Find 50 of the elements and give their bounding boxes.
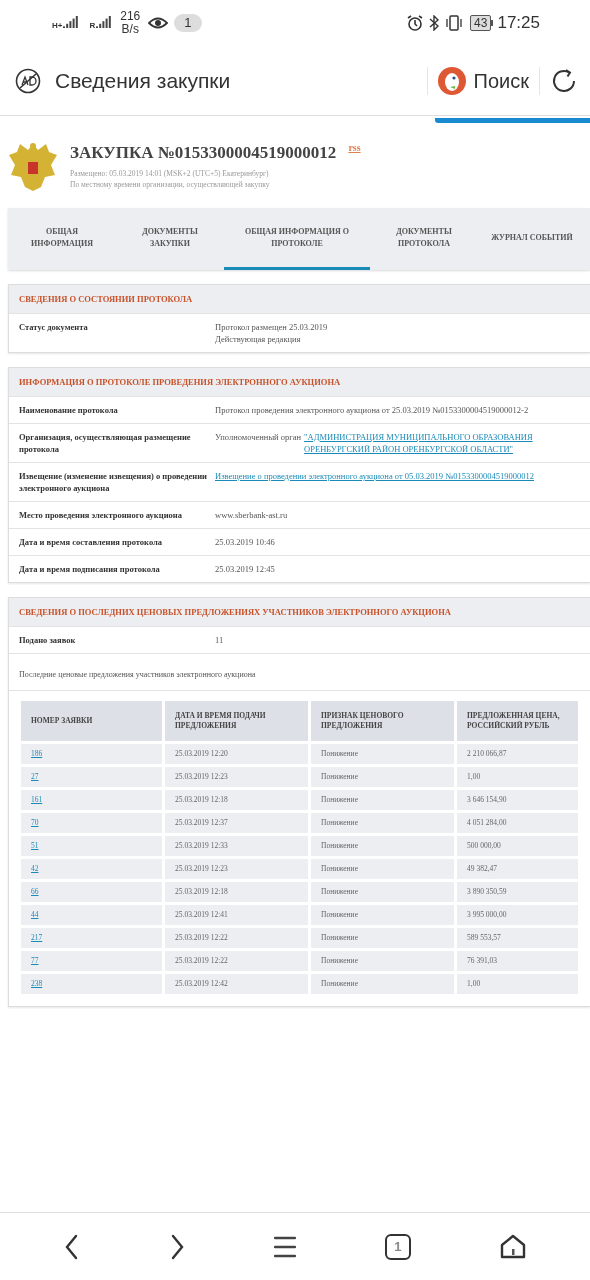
forward-icon[interactable] <box>169 1233 186 1260</box>
note-text: Последние ценовые предложения участников электронного аукциона <box>19 670 256 679</box>
menu-icon[interactable] <box>274 1234 296 1259</box>
rss-link[interactable]: rss <box>348 140 361 155</box>
tabs-button[interactable]: 1 <box>384 1233 411 1260</box>
vibrate-icon <box>444 15 465 31</box>
network-label: R <box>89 22 96 30</box>
battery-indicator: 43 <box>470 15 494 31</box>
purchase-title: ЗАКУПКА №0153300004519000012 <box>70 142 337 164</box>
field-value: Протокол размещен 25.03.2019 <box>215 321 329 333</box>
network-speed: 216 <box>120 10 141 23</box>
tab[interactable]: ЖУРНАЛ СОБЫТИЙ <box>478 208 586 270</box>
tab[interactable]: ОБЩАЯ ИНФОРМАЦИЯ <box>8 208 116 270</box>
field-value: Уполномоченный орган <box>215 431 302 444</box>
tab[interactable]: ДОКУМЕНТЫ ЗАКУПКИ <box>116 208 224 270</box>
search-button[interactable]: Поиск <box>437 65 529 96</box>
field-label: Дата и время составления протокола <box>19 536 164 548</box>
alarm-icon <box>407 15 424 31</box>
field-label: Организация, осуществляющая размещение протокола <box>19 431 192 455</box>
eye-icon <box>148 16 169 30</box>
link[interactable]: "АДМИНИСТРАЦИЯ МУНИЦИПАЛЬНОГО ОБРАЗОВАНИЯ ОРЕНБУРГСКИЙ РАЙОН ОРЕНБУРГСКОЙ ОБЛАСТИ" <box>304 431 580 455</box>
signal-icon <box>96 16 113 30</box>
tab[interactable]: ОБЩАЯ ИНФОРМАЦИЯ О ПРОТОКОЛЕ <box>224 208 370 270</box>
section-title: СВЕДЕНИЯ О ПОСЛЕДНИХ ЦЕНОВЫХ ПРЕДЛОЖЕНИЯХ УЧАСТНИКОВ ЭЛЕКТРОННОГО АУКЦИОНА <box>19 605 451 619</box>
page-title: Сведения закупки <box>55 67 231 94</box>
network-label: H+ <box>52 22 63 30</box>
clock: 17:25 <box>497 12 540 35</box>
field-value: Действующая редакция <box>215 333 302 345</box>
field-label: Наименование протокола <box>19 404 119 416</box>
field-label: Подано заявок <box>19 634 77 646</box>
field-value: Протокол проведения электронного аукциона от 25.03.2019 №0153300004519000012-2 <box>215 404 530 416</box>
field-value: www.sberbank-ast.ru <box>215 509 289 521</box>
bluetooth-icon <box>429 15 440 31</box>
reload-icon[interactable] <box>550 66 578 95</box>
tab[interactable]: ДОКУМЕНТЫ ПРОТОКОЛА <box>370 208 478 270</box>
ad-block-icon[interactable] <box>15 67 41 94</box>
field-label: Статус документа <box>19 321 89 334</box>
signal-icon <box>63 16 80 30</box>
section-title: СВЕДЕНИЯ О СОСТОЯНИИ ПРОТОКОЛА <box>19 292 193 306</box>
field-value: 11 <box>215 634 225 646</box>
field-label: Дата и время подписания протокола <box>19 563 161 575</box>
field-value: 25.03.2019 10:46 <box>215 536 276 548</box>
field-label: Место проведения электронного аукциона <box>19 509 183 521</box>
section-title: ИНФОРМАЦИЯ О ПРОТОКОЛЕ ПРОВЕДЕНИЯ ЭЛЕКТРОННОГО АУКЦИОНА <box>19 375 341 389</box>
field-label: Извещение (изменение извещения) о проведении электронного аукциона <box>19 470 208 494</box>
field-value: 25.03.2019 12:45 <box>215 563 276 575</box>
link[interactable]: Извещение о проведении электронного аукциона от 05.03.2019 №0153300004519000012 <box>215 470 535 482</box>
home-icon[interactable] <box>499 1233 526 1260</box>
notification-badge: 1 <box>174 14 202 32</box>
speed-unit: B/s <box>121 23 139 36</box>
